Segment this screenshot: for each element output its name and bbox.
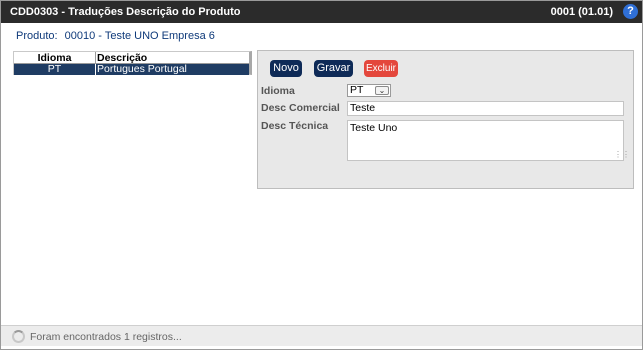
idioma-select[interactable]: PT ⌄	[347, 84, 391, 97]
idioma-label: Idioma	[261, 85, 295, 97]
cell-descricao: Portugues Portugal	[97, 63, 187, 75]
cell-idioma: PT	[14, 64, 96, 75]
desc-tecnica-text: Teste Uno	[350, 122, 398, 134]
excluir-button[interactable]: Excluir	[364, 60, 398, 77]
novo-button[interactable]: Novo	[270, 60, 302, 77]
desc-comercial-label: Desc Comercial	[261, 102, 340, 114]
translations-grid: Idioma Descrição PT Portugues Portugal	[13, 51, 252, 75]
version-label: 0001 (01.01)	[550, 6, 613, 18]
spinner-icon	[12, 330, 25, 343]
desc-tecnica-textarea[interactable]: Teste Uno ⋮⋮	[347, 120, 630, 161]
chevron-down-icon[interactable]: ⌄	[375, 86, 389, 95]
idioma-selected-value: PT	[350, 84, 364, 96]
window-title: CDD0303 - Traduções Descrição do Produto	[10, 6, 241, 18]
table-row[interactable]: PT Portugues Portugal	[14, 64, 249, 75]
desc-comercial-input[interactable]: Teste	[347, 101, 624, 116]
desc-tecnica-label: Desc Técnica	[261, 120, 329, 132]
edit-form-panel: Novo Gravar Excluir Idioma PT ⌄ Desc Com…	[257, 50, 634, 189]
app-window: CDD0303 - Traduções Descrição do Produto…	[0, 0, 643, 350]
resize-grip-icon[interactable]: ⋮⋮	[614, 151, 630, 159]
title-bar: CDD0303 - Traduções Descrição do Produto…	[1, 1, 642, 23]
product-value: 00010 - Teste UNO Empresa 6	[64, 30, 215, 42]
help-icon[interactable]: ?	[623, 4, 638, 19]
product-info: Produto: 00010 - Teste UNO Empresa 6	[16, 30, 219, 42]
status-message: Foram encontrados 1 registros...	[30, 331, 182, 343]
status-bar: Foram encontrados 1 registros...	[1, 325, 642, 346]
product-label: Produto:	[16, 30, 58, 42]
gravar-button[interactable]: Gravar	[314, 60, 353, 77]
